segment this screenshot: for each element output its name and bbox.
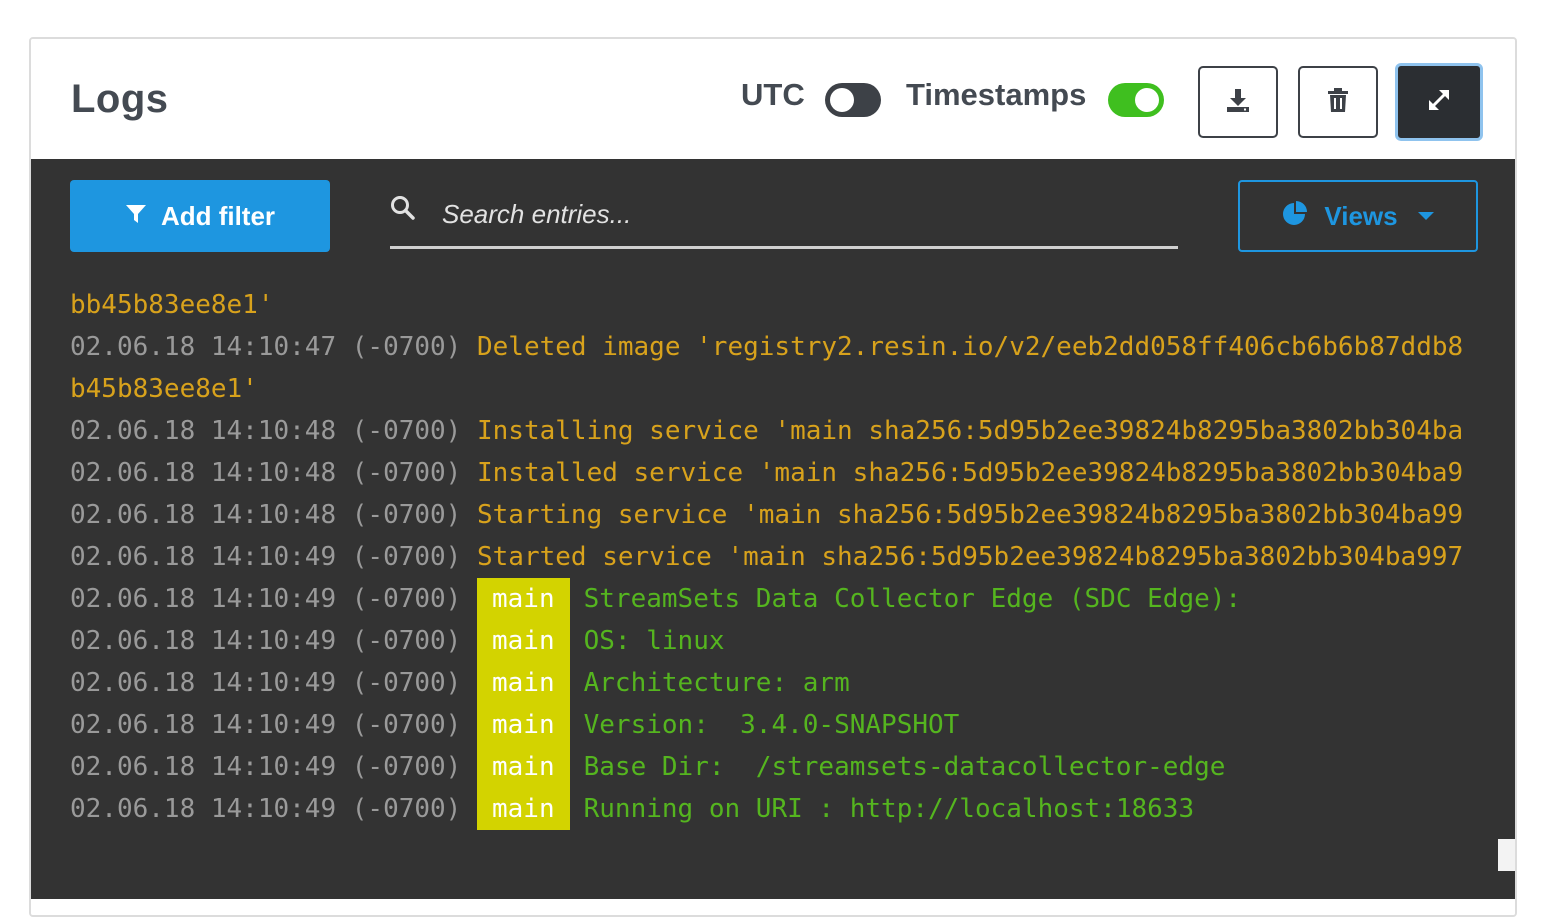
log-line: 02.06.18 14:10:49 (-0700) main Running on… [70, 788, 1494, 830]
log-timestamp: 02.06.18 14:10:49 (-0700) [70, 542, 462, 572]
log-message: Started service 'main sha256:5d95b2ee398… [477, 542, 1464, 572]
log-line: 02.06.18 14:10:49 (-0700) main OS: linux [70, 620, 1494, 662]
page-title: Logs [71, 77, 169, 121]
search-box [390, 189, 1178, 249]
pie-chart-icon [1282, 200, 1308, 233]
log-timestamp: 02.06.18 14:10:48 (-0700) [70, 416, 462, 446]
log-timestamp: 02.06.18 14:10:49 (-0700) [70, 668, 462, 698]
log-timestamp: 02.06.18 14:10:49 (-0700) [70, 794, 462, 824]
log-message: Starting service 'main sha256:5d95b2ee39… [477, 500, 1464, 530]
log-line: 02.06.18 14:10:48 (-0700) Installing ser… [70, 410, 1494, 452]
timestamps-toggle-knob [1135, 88, 1159, 112]
service-tag: main [477, 662, 570, 704]
log-timestamp: 02.06.18 14:10:48 (-0700) [70, 500, 462, 530]
log-line: 02.06.18 14:10:49 (-0700) main Version: 3… [70, 704, 1494, 746]
log-message: b45b83ee8e1' [70, 374, 258, 404]
log-line: 02.06.18 14:10:49 (-0700) Started servic… [70, 536, 1494, 578]
log-timestamp: 02.06.18 14:10:48 (-0700) [70, 458, 462, 488]
log-timestamp: 02.06.18 14:10:47 (-0700) [70, 332, 462, 362]
views-dropdown[interactable]: Views [1238, 180, 1478, 252]
log-message: Installing service 'main sha256:5d95b2ee… [477, 416, 1464, 446]
delete-button[interactable] [1298, 66, 1378, 138]
trash-icon [1327, 87, 1349, 118]
log-line: 02.06.18 14:10:48 (-0700) Installed serv… [70, 452, 1494, 494]
log-message: bb45b83ee8e1' [70, 290, 274, 320]
log-line: 02.06.18 14:10:48 (-0700) Starting servi… [70, 494, 1494, 536]
log-line: bb45b83ee8e1' [70, 284, 1494, 326]
utc-toggle-knob [830, 88, 854, 112]
timestamps-label: Timestamps [906, 77, 1087, 112]
service-tag: main [477, 620, 570, 662]
add-filter-label: Add filter [160, 200, 276, 231]
log-line: b45b83ee8e1' [70, 368, 1494, 410]
log-message: Architecture: arm [583, 668, 850, 698]
log-message: Installed service 'main sha256:5d95b2ee3… [477, 458, 1464, 488]
log-line: 02.06.18 14:10:49 (-0700) main Base Dir: … [70, 746, 1494, 788]
log-message: OS: linux [583, 626, 725, 656]
log-timestamp: 02.06.18 14:10:49 (-0700) [70, 752, 462, 782]
log-line: 02.06.18 14:10:47 (-0700) Deleted image … [70, 326, 1494, 368]
log-lines: bb45b83ee8e1' 02.06.18 14:10:47 (-0700) D… [70, 284, 1494, 830]
scrollbar-thumb[interactable] [1498, 839, 1515, 871]
utc-toggle[interactable] [825, 83, 881, 117]
log-message: Deleted image 'registry2.resin.io/v2/eeb… [477, 332, 1464, 362]
log-viewer: Add filter Views bb45b83ee8e1'02.06.18 1 [31, 159, 1515, 899]
filter-icon [125, 201, 147, 232]
log-timestamp: 02.06.18 14:10:49 (-0700) [70, 710, 462, 740]
expand-icon [1426, 87, 1452, 118]
log-timestamp: 02.06.18 14:10:49 (-0700) [70, 584, 462, 614]
add-filter-button[interactable]: Add filter [70, 180, 330, 252]
expand-button[interactable] [1395, 63, 1483, 141]
log-timestamp: 02.06.18 14:10:49 (-0700) [70, 626, 462, 656]
log-message: Base Dir: /streamsets-datacollector-edge [583, 752, 1226, 782]
search-input[interactable] [440, 193, 1144, 235]
log-line: 02.06.18 14:10:49 (-0700) main Architectu… [70, 662, 1494, 704]
chevron-down-icon [1417, 212, 1434, 220]
utc-label: UTC [741, 77, 805, 112]
logs-panel: Logs UTC Timestamps Add filter Search en… [29, 37, 1517, 917]
service-tag: main [477, 788, 570, 830]
log-line: 02.06.18 14:10:49 (-0700) main StreamSets… [70, 578, 1494, 620]
log-message: StreamSets Data Collector Edge (SDC Edge… [583, 584, 1242, 614]
log-message: Running on URI : http://localhost:18633 [583, 794, 1195, 824]
service-tag: main [477, 578, 570, 620]
service-tag: main [477, 746, 570, 788]
views-label: Views [1324, 200, 1398, 231]
timestamps-toggle[interactable] [1108, 83, 1164, 117]
download-button[interactable] [1198, 66, 1278, 138]
service-tag: main [477, 704, 570, 746]
download-icon [1225, 87, 1251, 118]
logs-header: Logs UTC Timestamps [31, 39, 1515, 159]
log-message: Version: 3.4.0-SNAPSHOT [583, 710, 960, 740]
search-icon [390, 195, 416, 226]
